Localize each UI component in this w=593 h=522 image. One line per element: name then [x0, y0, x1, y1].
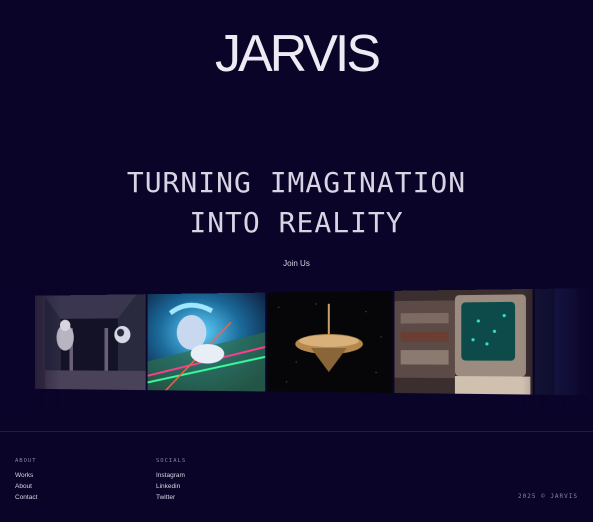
gallery-overflow-image	[534, 288, 593, 396]
footer-socials-column: SOCIALS Instagram Linkedin Twitter	[156, 458, 186, 503]
neon-dancer-image[interactable]	[147, 292, 266, 392]
footer-about-title: ABOUT	[15, 458, 37, 464]
hero-line-1: TURNING IMAGINATION	[126, 166, 467, 199]
footer-link-works[interactable]: Works	[15, 470, 37, 481]
astronaut-corridor-image[interactable]	[35, 294, 146, 391]
footer-divider	[0, 431, 593, 432]
join-us-link[interactable]: Join Us	[0, 259, 593, 268]
footer-socials-title: SOCIALS	[156, 458, 187, 464]
copyright-text: 2025 © JARVIS	[518, 493, 578, 500]
image-gallery	[0, 288, 593, 408]
footer-link-about[interactable]: About	[15, 481, 37, 492]
footer-about-column: ABOUT Works About Contact	[15, 458, 37, 503]
hero-line-2: INTO REALITY	[189, 206, 404, 239]
footer-link-instagram[interactable]: Instagram	[156, 470, 186, 481]
spinning-top-image[interactable]	[267, 290, 393, 393]
hero-headline: TURNING IMAGINATION INTO REALITY	[0, 163, 593, 243]
site-logo[interactable]: JARVIS	[0, 26, 593, 82]
footer-link-twitter[interactable]: Twitter	[156, 492, 186, 503]
footer-link-contact[interactable]: Contact	[15, 492, 37, 503]
retro-tv-image[interactable]	[394, 288, 533, 395]
footer-link-linkedin[interactable]: Linkedin	[156, 481, 186, 492]
